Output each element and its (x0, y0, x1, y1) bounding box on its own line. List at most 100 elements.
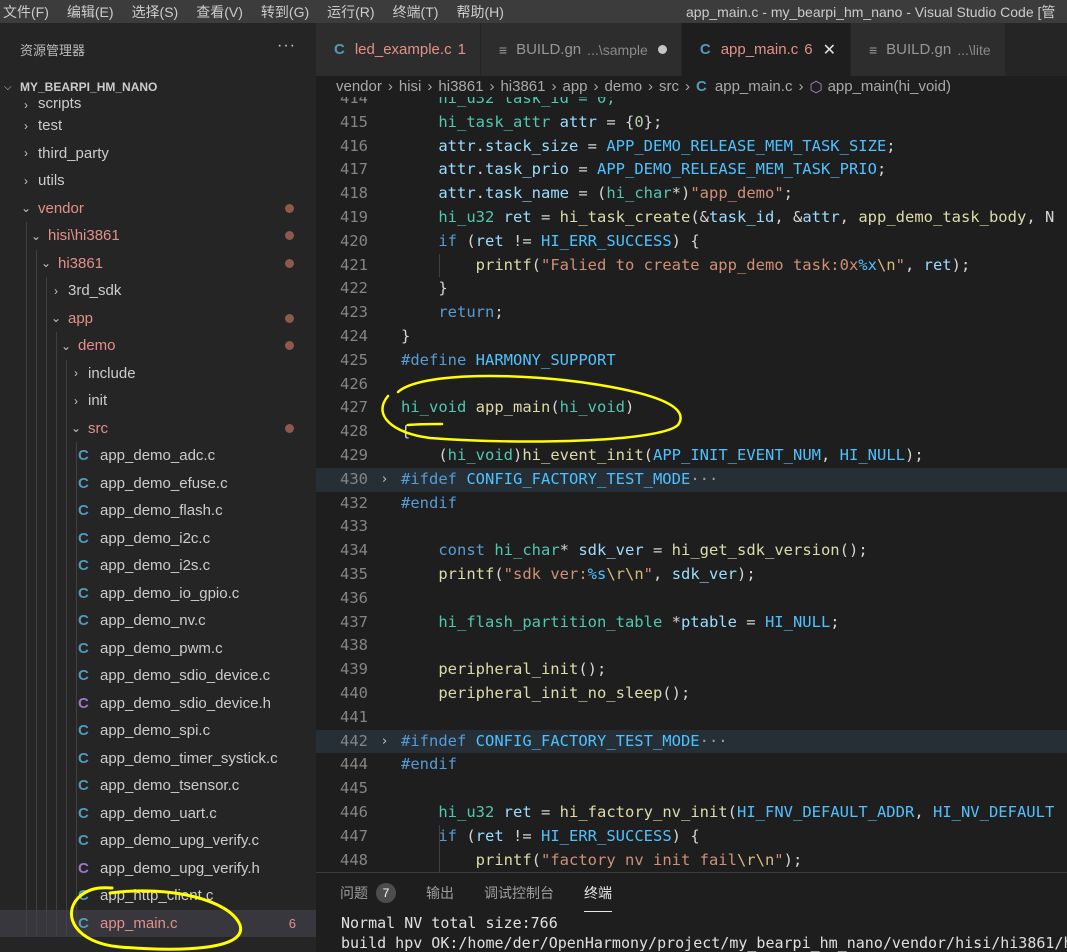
menu-item-0[interactable]: 文件(F) (0, 2, 58, 22)
tree-item-app-demo-spi-c[interactable]: Capp_demo_spi.c (0, 717, 316, 745)
code-line[interactable]: 430 › #ifdef CONFIG_FACTORY_TEST_MODE··· (316, 467, 1067, 492)
menu-item-4[interactable]: 转到(G) (252, 2, 318, 22)
tree-item-third-party[interactable]: › third_party (0, 140, 316, 168)
tree-item-app-demo-upg-verify-c[interactable]: Capp_demo_upg_verify.c (0, 827, 316, 855)
breadcrumb-item[interactable]: hi3861 (438, 78, 483, 95)
code-line[interactable]: 441 (316, 706, 1067, 730)
workspace-header[interactable]: ⌵ MY_BEARPI_HM_NANO (0, 76, 316, 98)
unsaved-dot-icon[interactable] (657, 45, 667, 54)
code-line[interactable]: 442 › #ifndef CONFIG_FACTORY_TEST_MODE··· (316, 729, 1067, 754)
tree-item-app-main-c[interactable]: Capp_main.c 6 (0, 909, 316, 937)
code-line[interactable]: 426 (316, 373, 1067, 397)
menu-item-6[interactable]: 终端(T) (384, 2, 448, 22)
tree-item-app-demo-nv-c[interactable]: Capp_demo_nv.c (0, 607, 316, 635)
code-line[interactable]: 434 const hi_char* sdk_ver = hi_get_sdk_… (316, 539, 1067, 563)
code-line[interactable]: 424} (316, 325, 1067, 349)
breadcrumb-item[interactable]: src (659, 78, 679, 95)
code-line[interactable]: 436 (316, 587, 1067, 611)
tree-item-app[interactable]: ⌄ app (0, 304, 316, 332)
breadcrumb-item[interactable]: app (562, 78, 587, 95)
code-line[interactable]: 418 attr.task_name = (hi_char*)"app_demo… (316, 182, 1067, 206)
menu-item-3[interactable]: 查看(V) (187, 2, 252, 22)
code-line[interactable]: 444 #endif (316, 753, 1067, 777)
tree-item-app-demo-tsensor-c[interactable]: Capp_demo_tsensor.c (0, 772, 316, 800)
tree-item-app-demo-efuse-c[interactable]: Capp_demo_efuse.c (0, 469, 316, 497)
tree-item-app-http-client-c[interactable]: Capp_http_client.c (0, 882, 316, 910)
code-line[interactable]: 438 (316, 634, 1067, 658)
code-line[interactable]: 429 (hi_void)hi_event_init(APP_INIT_EVEN… (316, 444, 1067, 468)
code-line[interactable]: 437 hi_flash_partition_table *ptable = H… (316, 611, 1067, 635)
breadcrumb-item[interactable]: hisi (399, 78, 422, 95)
code-line[interactable]: 422 } (316, 277, 1067, 301)
tree-item-vendor[interactable]: ⌄ vendor (0, 195, 316, 223)
code-line[interactable]: 421 printf("Falied to create app_demo ta… (316, 254, 1067, 278)
code-line[interactable]: 415 hi_task_attr attr = {0}; (316, 111, 1067, 135)
code-line[interactable]: 428 { (316, 420, 1067, 444)
code-line[interactable]: 414 hi_u32 task_id = 0; (316, 97, 1067, 111)
tree-item-app-demo-sdio-device-c[interactable]: Capp_demo_sdio_device.c (0, 662, 316, 690)
code-line[interactable]: 423 return; (316, 301, 1067, 325)
breadcrumb-item[interactable]: demo (605, 78, 643, 95)
menu-item-7[interactable]: 帮助(H) (447, 2, 512, 22)
code-line[interactable]: 420 if (ret != HI_ERR_SUCCESS) { (316, 230, 1067, 254)
tree-item-app-demo-i2c-c[interactable]: Capp_demo_i2c.c (0, 524, 316, 552)
code-line[interactable]: 433 (316, 515, 1067, 539)
code-line[interactable]: 447 if (ret != HI_ERR_SUCCESS) { (316, 825, 1067, 849)
editor-tab-1[interactable]: ≡ BUILD.gn ...\sample (480, 23, 682, 76)
tree-item-app-demo-uart-c[interactable]: Capp_demo_uart.c (0, 799, 316, 827)
breadcrumb-item[interactable]: app_main(hi_void) (828, 78, 951, 95)
more-actions-icon[interactable]: ··· (277, 37, 296, 55)
tree-item-include[interactable]: › include (0, 359, 316, 387)
code-line[interactable]: 419 hi_u32 ret = hi_task_create(&task_id… (316, 206, 1067, 230)
breadcrumb-item[interactable]: vendor (336, 78, 382, 95)
code-editor[interactable]: 414 hi_u32 task_id = 0; 415 hi_task_attr … (316, 97, 1067, 872)
code-line[interactable]: 432 #endif (316, 492, 1067, 516)
code-line[interactable]: 440 peripheral_init_no_sleep(); (316, 682, 1067, 706)
tree-item-app-demo-flash-c[interactable]: Capp_demo_flash.c (0, 497, 316, 525)
panel-tab-label: 问题 (340, 885, 368, 901)
tree-item-app-demo-sdio-device-h[interactable]: Capp_demo_sdio_device.h (0, 689, 316, 717)
code-line[interactable]: 417 attr.task_prio = APP_DEMO_RELEASE_ME… (316, 158, 1067, 182)
tree-item-label: app_demo_pwm.c (100, 639, 223, 657)
code-line[interactable]: 448 printf("factory nv init fail\r\n"); (316, 849, 1067, 872)
tree-item-app-demo-adc-c[interactable]: Capp_demo_adc.c (0, 442, 316, 470)
tree-item-hi3861[interactable]: ⌄ hi3861 (0, 249, 316, 277)
menu-item-2[interactable]: 选择(S) (123, 2, 188, 22)
tree-item-utils[interactable]: › utils (0, 167, 316, 195)
panel-tab-3[interactable]: 终端 (584, 883, 612, 912)
code-line[interactable]: 439 peripheral_init(); (316, 658, 1067, 682)
breadcrumb-item[interactable]: app_main.c (715, 78, 793, 95)
code-line[interactable]: 435 printf("sdk ver:%s\r\n", sdk_ver); (316, 563, 1067, 587)
editor-tab-0[interactable]: Cled_example.c 1 (316, 23, 481, 76)
tree-item-scripts[interactable]: › scripts (0, 98, 316, 112)
tree-item-app-demo-upg-verify-h[interactable]: Capp_demo_upg_verify.h (0, 854, 316, 882)
code-token: #ifndef (401, 731, 467, 750)
close-icon[interactable]: ✕ (823, 40, 836, 60)
code-line[interactable]: 446 hi_u32 ret = hi_factory_nv_init(HI_F… (316, 801, 1067, 825)
fold-expand-icon[interactable]: › (382, 468, 387, 492)
tree-item-src[interactable]: ⌄ src (0, 414, 316, 442)
code-line[interactable]: 427 hi_void app_main(hi_void) (316, 396, 1067, 420)
tree-item-app-demo-pwm-c[interactable]: Capp_demo_pwm.c (0, 634, 316, 662)
code-line[interactable]: 416 attr.stack_size = APP_DEMO_RELEASE_M… (316, 135, 1067, 159)
editor-tab-3[interactable]: ≡ BUILD.gn ...\lite (851, 23, 1006, 76)
editor-tab-2[interactable]: Capp_main.c 6 ✕ (681, 23, 851, 76)
fold-expand-icon[interactable]: › (382, 730, 387, 754)
code-line[interactable]: 445 (316, 777, 1067, 801)
tree-item-app-demo-i2s-c[interactable]: Capp_demo_i2s.c (0, 552, 316, 580)
menu-item-5[interactable]: 运行(R) (318, 2, 383, 22)
code-line[interactable]: 425 #define HARMONY_SUPPORT (316, 349, 1067, 373)
panel-tab-2[interactable]: 调试控制台 (484, 883, 554, 903)
tree-item-app-demo-io-gpio-c[interactable]: Capp_demo_io_gpio.c (0, 579, 316, 607)
terminal-output[interactable]: Normal NV total size:766 build hpv OK:/ho… (316, 913, 1067, 952)
panel-tab-1[interactable]: 输出 (426, 883, 454, 903)
menu-item-1[interactable]: 编辑(E) (58, 2, 123, 22)
tree-item-test[interactable]: › test (0, 112, 316, 140)
tree-item-hisi[interactable]: ⌄ hisi \ hi3861 (0, 222, 316, 250)
breadcrumb-item[interactable]: hi3861 (500, 78, 545, 95)
tree-item-init[interactable]: › init (0, 387, 316, 415)
panel-tab-0[interactable]: 问题 7 (340, 883, 396, 903)
tree-item-app-demo-timer-systick-c[interactable]: Capp_demo_timer_systick.c (0, 744, 316, 772)
tree-item-3rd-sdk[interactable]: › 3rd_sdk (0, 277, 316, 305)
tree-item-demo[interactable]: ⌄ demo (0, 332, 316, 360)
